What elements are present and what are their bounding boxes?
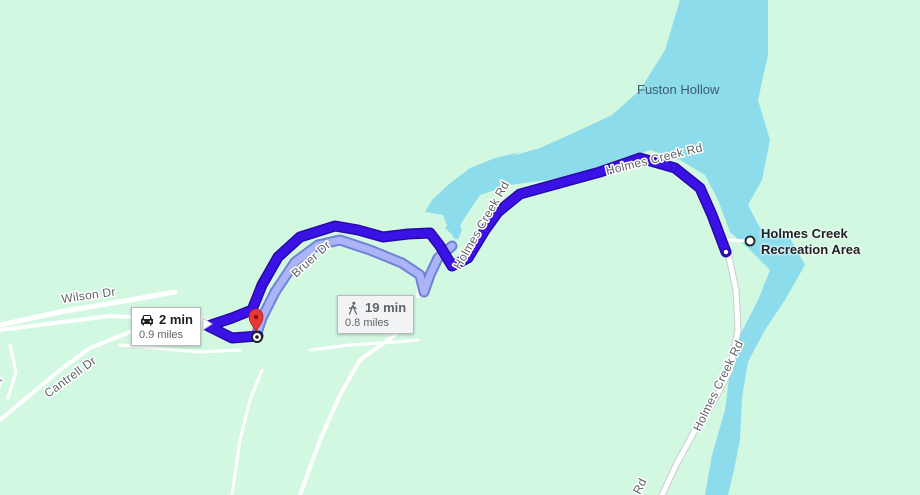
driving-callout-pointer <box>202 317 213 331</box>
walking-route-callout[interactable]: 19 min 0.8 miles <box>337 295 415 334</box>
walking-route-distance: 0.8 miles <box>345 317 390 329</box>
walking-person-icon <box>348 301 358 315</box>
walking-route-time: 19 min <box>365 300 407 315</box>
map-canvas[interactable]: Wilson Dr Cantrell Dr Dr Bruer Dr Holmes… <box>0 0 920 495</box>
